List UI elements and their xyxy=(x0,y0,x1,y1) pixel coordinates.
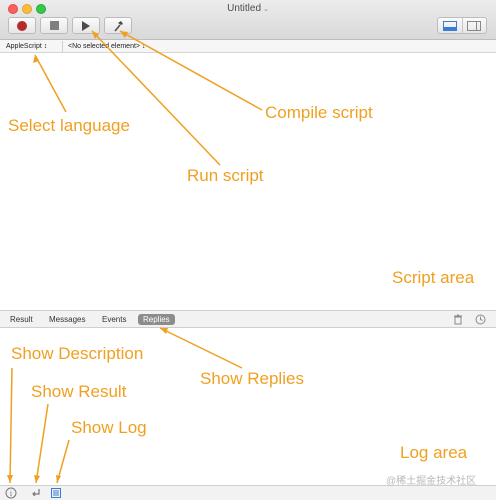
annotation-show-log: Show Log xyxy=(71,418,147,437)
annotation-show-replies: Show Replies xyxy=(200,369,304,388)
toggle-side-pane-button[interactable] xyxy=(461,18,487,33)
tab-events[interactable]: Events xyxy=(102,314,126,325)
hammer-icon xyxy=(114,20,123,31)
navigation-bar: AppleScript ↕ <No selected element> ↕ xyxy=(0,40,496,53)
bottom-bar: i xyxy=(0,485,496,500)
side-pane-icon xyxy=(467,20,482,31)
bottom-pane-icon xyxy=(442,20,457,31)
tab-result[interactable]: Result xyxy=(10,314,33,325)
tab-replies[interactable]: Replies xyxy=(138,314,175,325)
annotation-show-result: Show Result xyxy=(31,382,127,401)
watermark: @稀土掘金技术社区 xyxy=(386,476,477,487)
element-popup[interactable]: <No selected element> ↕ xyxy=(68,41,145,52)
tab-messages[interactable]: Messages xyxy=(49,314,85,325)
info-icon[interactable]: i xyxy=(5,487,17,499)
svg-text:i: i xyxy=(10,489,13,498)
stop-button[interactable] xyxy=(40,17,68,34)
navbar-divider xyxy=(62,41,63,52)
record-icon xyxy=(17,20,27,31)
window-title[interactable]: Untitled ⌄ xyxy=(0,3,496,14)
log-tab-bar: Result Messages Events Replies xyxy=(0,310,496,328)
annotation-script-area: Script area xyxy=(392,268,475,287)
language-popup[interactable]: AppleScript ↕ xyxy=(6,41,47,52)
trash-icon[interactable] xyxy=(453,314,463,325)
compile-button[interactable] xyxy=(104,17,132,34)
view-toggle-group xyxy=(437,17,487,34)
record-button[interactable] xyxy=(8,17,36,34)
return-arrow-icon[interactable] xyxy=(30,487,42,499)
annotation-run-script: Run script xyxy=(187,166,264,185)
play-icon xyxy=(82,20,90,31)
annotation-show-description: Show Description xyxy=(11,344,144,363)
annotation-log-area: Log area xyxy=(400,443,468,462)
annotation-compile-script: Compile script xyxy=(265,103,373,122)
clock-icon[interactable] xyxy=(475,314,486,325)
run-button[interactable] xyxy=(72,17,100,34)
annotation-select-language: Select language xyxy=(8,116,130,135)
chevron-down-icon: ⌄ xyxy=(263,6,269,13)
toggle-bottom-pane-button[interactable] xyxy=(438,18,462,33)
stop-icon xyxy=(49,21,59,30)
window-title-text: Untitled xyxy=(227,3,262,14)
log-list-icon[interactable] xyxy=(50,487,62,499)
window-titlebar: Untitled ⌄ xyxy=(0,0,496,40)
